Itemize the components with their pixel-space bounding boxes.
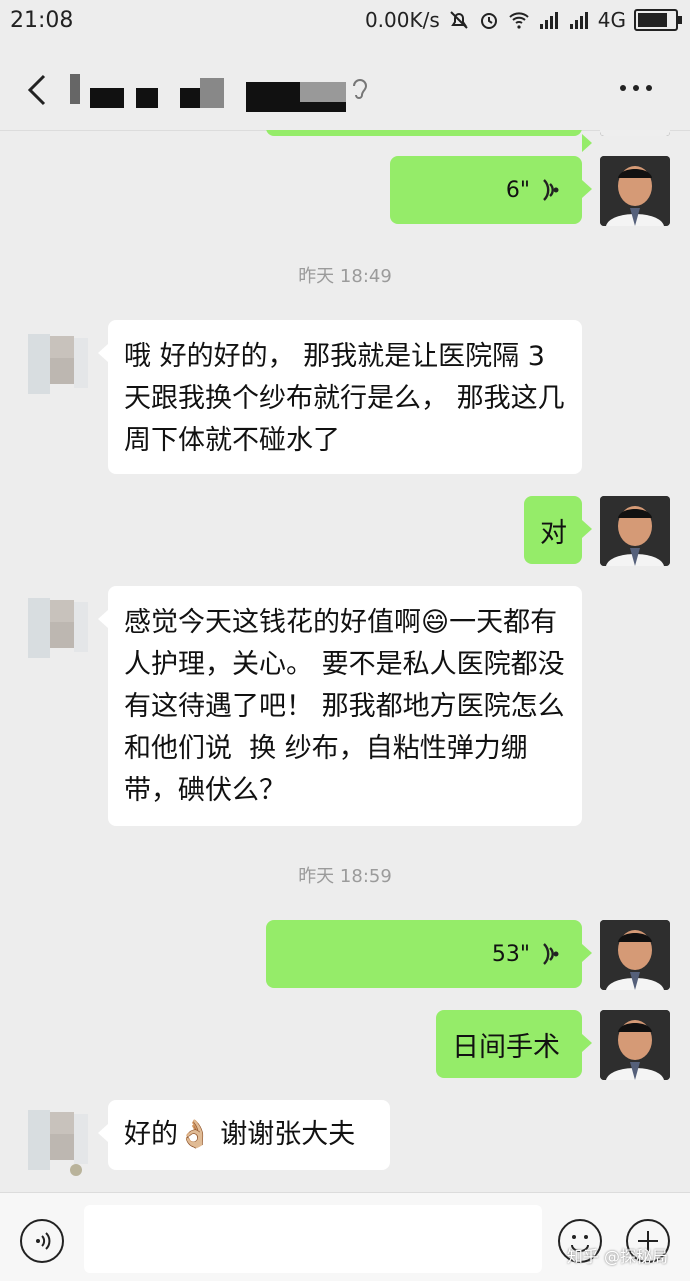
contact-name-redacted	[70, 74, 360, 114]
timestamp: 昨天 18:59	[298, 866, 392, 887]
voice-message[interactable]: 53"	[266, 920, 592, 988]
voice-input-icon[interactable]	[20, 1219, 64, 1263]
voice-message[interactable]: 6"	[390, 156, 592, 224]
voice-duration: 53"	[491, 941, 530, 967]
status-bar: 21:08 0.00K/s 4G	[0, 0, 690, 48]
battery-level	[638, 13, 667, 27]
network-speed: 0.00K/s	[364, 8, 440, 32]
more-icon[interactable]	[620, 78, 660, 98]
voice-wave-icon	[543, 179, 559, 201]
avatar[interactable]	[20, 1100, 90, 1180]
message-input[interactable]	[84, 1205, 542, 1273]
signal-icon	[539, 12, 558, 29]
network-type: 4G	[597, 8, 626, 32]
avatar[interactable]	[20, 588, 90, 668]
ear-icon	[353, 79, 368, 99]
voice-wave-icon	[543, 943, 559, 965]
sent-message[interactable]: 对	[524, 496, 592, 564]
message-text: 对	[540, 517, 567, 549]
avatar[interactable]	[600, 156, 670, 226]
sent-message[interactable]: 日间手术	[436, 1010, 592, 1078]
avatar[interactable]	[600, 130, 670, 136]
avatar[interactable]	[20, 324, 90, 404]
signal-icon	[569, 12, 588, 29]
mute-icon	[450, 11, 468, 29]
voice-duration: 6"	[505, 177, 530, 203]
alarm-icon	[480, 13, 497, 29]
message-text: 日间手术	[452, 1031, 560, 1063]
message-list[interactable]: 6" 昨天 18:49 哦 好的好的， 那我就是让医院隔 3 天跟我换个纱布就行…	[0, 130, 690, 1192]
avatar[interactable]	[600, 920, 670, 990]
previous-message[interactable]	[266, 130, 592, 152]
wifi-icon	[509, 12, 529, 29]
received-message[interactable]: 好的👌🏼 谢谢张大夫	[98, 1100, 390, 1170]
battery-icon	[634, 9, 682, 31]
avatar[interactable]	[600, 496, 670, 566]
received-message[interactable]: 哦 好的好的， 那我就是让医院隔 3 天跟我换个纱布就行是么， 那我这几周下体就…	[98, 320, 582, 474]
status-time: 21:08	[10, 8, 74, 33]
avatar[interactable]	[600, 1010, 670, 1080]
received-message[interactable]: 感觉今天这钱花的好值啊😄一天都有人护理，关心。 要不是私人医院都没有这待遇了吧！…	[98, 586, 582, 826]
timestamp: 昨天 18:49	[298, 266, 392, 287]
input-bar: 知乎 @探秘局	[0, 1192, 690, 1281]
chat-header	[0, 48, 690, 131]
back-icon[interactable]	[20, 70, 56, 110]
status-icons: 0.00K/s 4G	[364, 8, 682, 32]
watermark: 知乎 @探秘局	[566, 1247, 668, 1266]
